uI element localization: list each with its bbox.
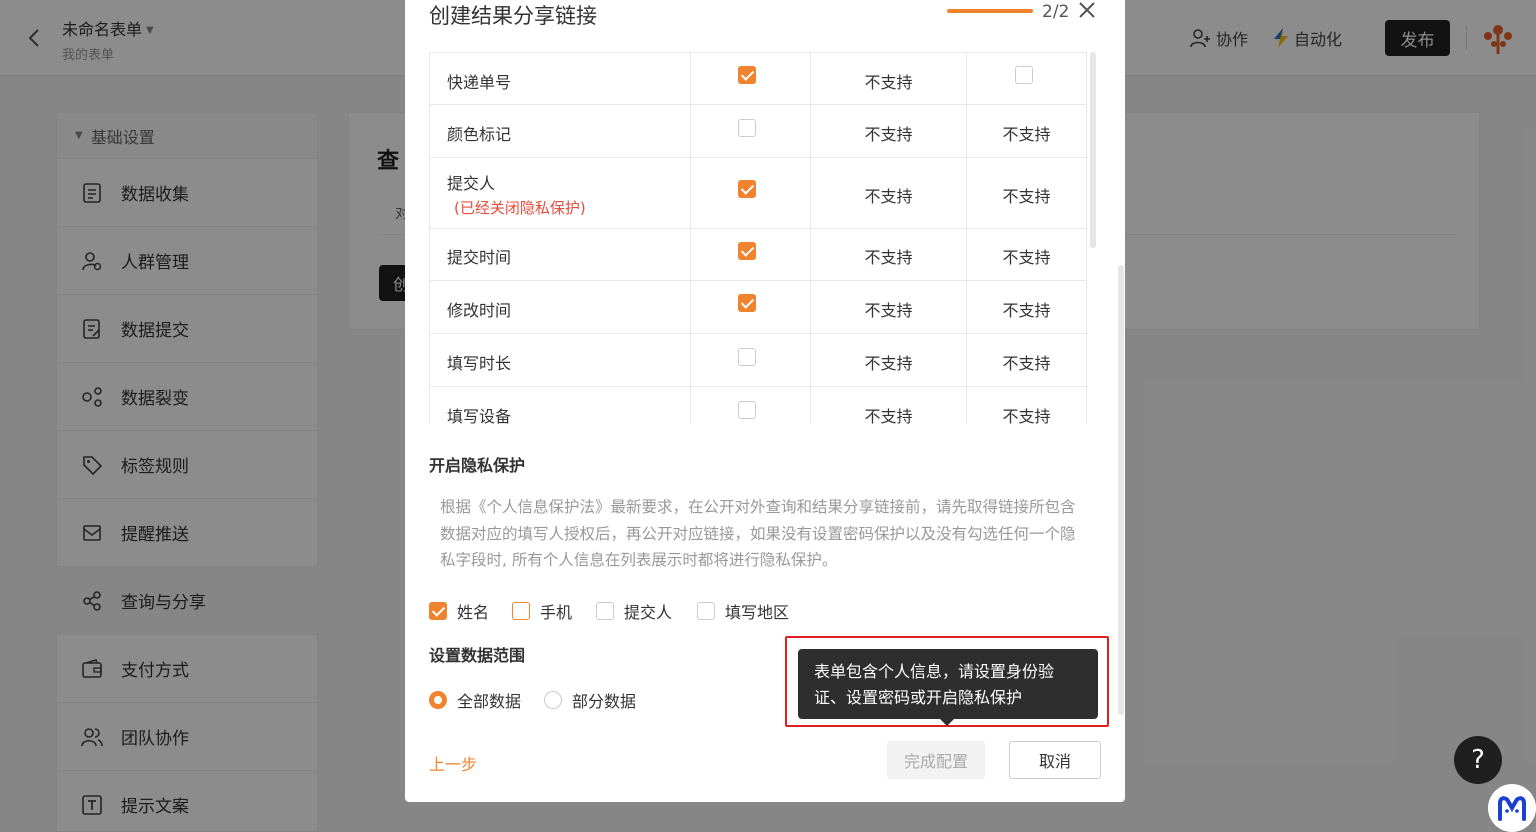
field-checkbox[interactable] <box>1015 66 1033 84</box>
option-checkbox[interactable] <box>429 602 447 620</box>
unsupported-text: 不支持 <box>864 354 913 373</box>
field-name: 颜色标记 <box>447 125 512 144</box>
option-label: 填写地区 <box>725 603 790 622</box>
option-label: 部分数据 <box>572 692 637 711</box>
field-name: 修改时间 <box>447 301 512 320</box>
privacy-section-title: 开启隐私保护 <box>429 456 526 475</box>
modal-title: 创建结果分享链接 <box>429 4 597 28</box>
field-name: 快递单号 <box>447 73 512 92</box>
option-label: 姓名 <box>457 603 490 622</box>
table-row: 填写时长 不支持 不支持 <box>429 334 1087 387</box>
field-name: 填写时长 <box>447 354 512 373</box>
option-radio[interactable] <box>429 691 447 709</box>
step-progress-bar <box>947 9 1033 13</box>
field-name: 提交时间 <box>447 248 512 267</box>
unsupported-text: 不支持 <box>1002 187 1051 206</box>
table-row: 提交时间 不支持 不支持 <box>429 229 1087 281</box>
option-label: 全部数据 <box>457 692 522 711</box>
unsupported-text: 不支持 <box>1002 407 1051 424</box>
option-checkbox[interactable] <box>697 602 715 620</box>
table-row: 填写设备 不支持 不支持 <box>429 387 1087 424</box>
unsupported-text: 不支持 <box>864 73 913 92</box>
option-radio[interactable] <box>544 691 562 709</box>
finish-config-button[interactable]: 完成配置 <box>887 741 985 779</box>
privacy-description: 根据《个人信息保护法》最新要求，在公开对外查询和结果分享链接前，请先取得链接所包… <box>440 498 1076 569</box>
unsupported-text: 不支持 <box>864 125 913 144</box>
field-checkbox[interactable] <box>738 242 756 260</box>
help-button[interactable]: ? <box>1454 736 1502 784</box>
prev-step-link[interactable]: 上一步 <box>429 751 477 775</box>
step-indicator: 2/2 <box>1042 2 1070 22</box>
unsupported-text: 不支持 <box>1002 125 1051 144</box>
field-checkbox[interactable] <box>738 180 756 198</box>
tooltip-arrow <box>940 719 954 726</box>
range-option-all[interactable]: 全部数据 <box>429 688 521 712</box>
table-row: 快递单号 不支持 <box>429 52 1087 105</box>
unsupported-text: 不支持 <box>1002 301 1051 320</box>
option-label: 手机 <box>540 603 573 622</box>
unsupported-text: 不支持 <box>864 407 913 424</box>
privacy-option-name[interactable]: 姓名 <box>429 599 489 623</box>
unsupported-text: 不支持 <box>1002 354 1051 373</box>
field-checkbox[interactable] <box>738 401 756 419</box>
field-checkbox[interactable] <box>738 66 756 84</box>
cancel-button[interactable]: 取消 <box>1009 741 1101 779</box>
option-checkbox[interactable] <box>596 602 614 620</box>
privacy-option-region[interactable]: 填写地区 <box>697 599 789 623</box>
option-checkbox[interactable] <box>512 602 530 620</box>
field-checkbox[interactable] <box>738 119 756 137</box>
option-label: 提交人 <box>624 603 673 622</box>
table-row: 颜色标记 不支持 不支持 <box>429 105 1087 158</box>
privacy-option-phone[interactable]: 手机 <box>512 599 572 623</box>
close-icon[interactable] <box>1075 0 1099 24</box>
assistant-logo-icon[interactable] <box>1488 784 1536 832</box>
range-option-partial[interactable]: 部分数据 <box>544 688 636 712</box>
field-name: 填写设备 <box>447 407 512 424</box>
table-row: 提交人 (已经关闭隐私保护) 不支持 不支持 <box>429 158 1087 229</box>
field-checkbox[interactable] <box>738 294 756 312</box>
data-range-title: 设置数据范围 <box>429 646 526 665</box>
unsupported-text: 不支持 <box>864 301 913 320</box>
privacy-option-submitter[interactable]: 提交人 <box>596 599 672 623</box>
unsupported-text: 不支持 <box>864 187 913 206</box>
warning-tooltip: 表单包含个人信息，请设置身份验证、设置密码或开启隐私保护 <box>798 649 1098 719</box>
table-scrollbar[interactable] <box>1090 52 1096 248</box>
field-table: 快递单号 不支持 颜色标记 不支持 不支持 提交人 (已经关闭隐私保护) 不支持… <box>429 52 1087 424</box>
modal-scrollbar[interactable] <box>1118 265 1124 715</box>
field-name: 提交人 <box>447 174 496 193</box>
field-checkbox[interactable] <box>738 348 756 366</box>
privacy-closed-note: (已经关闭隐私保护) <box>454 199 586 217</box>
table-row: 修改时间 不支持 不支持 <box>429 281 1087 334</box>
unsupported-text: 不支持 <box>1002 248 1051 267</box>
unsupported-text: 不支持 <box>864 248 913 267</box>
